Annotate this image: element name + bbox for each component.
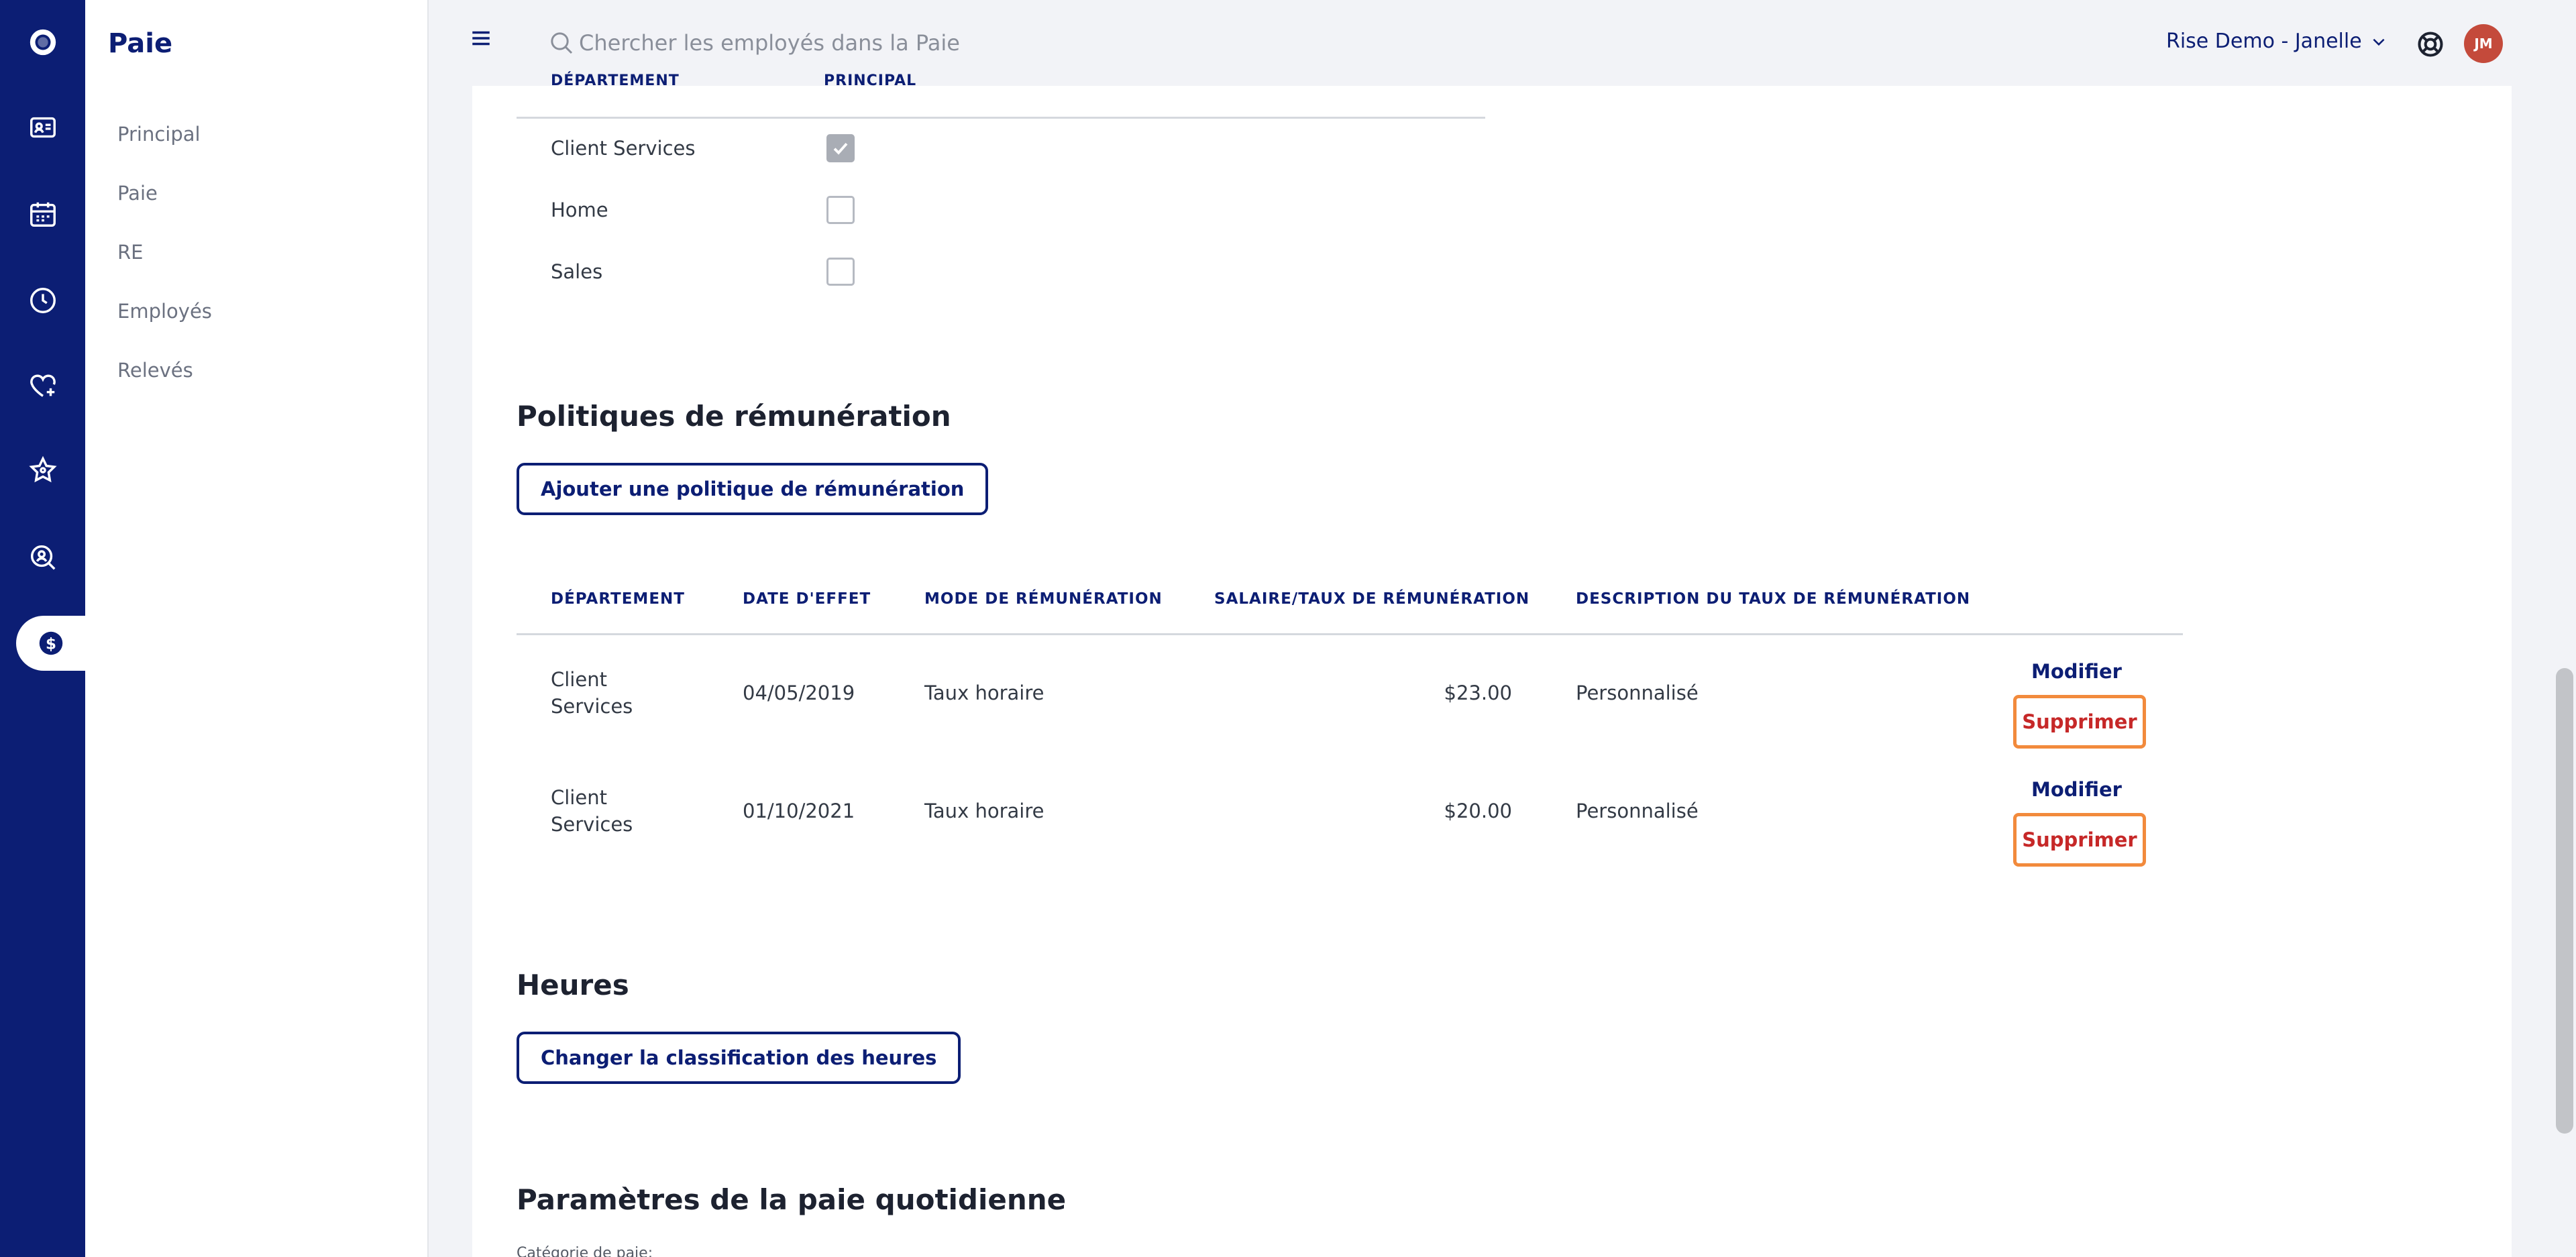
table-row-2-effective-date: 01/10/2021: [743, 800, 855, 822]
main-panel: DÉPARTEMENT PRINCIPAL Client Services Ho…: [472, 72, 2512, 1257]
sidebar-item-re[interactable]: RE: [117, 241, 143, 264]
table-row-2-department-line1: Client: [551, 786, 607, 809]
dept-name-sales: Sales: [551, 260, 603, 283]
col-header-pay-mode: MODE DE RÉMUNÉRATION: [924, 590, 1163, 608]
table-row-1-pay-mode: Taux horaire: [924, 681, 1044, 704]
avatar[interactable]: JM: [2464, 24, 2503, 63]
divider: [517, 633, 2183, 635]
search-person-icon[interactable]: [0, 527, 85, 588]
chevron-down-icon: [2373, 38, 2385, 46]
table-row-2-pay-mode: Taux horaire: [924, 800, 1044, 822]
primary-checkbox-sales[interactable]: [826, 258, 855, 286]
sidebar-title: Paie: [108, 28, 173, 59]
primary-checkbox-home[interactable]: [826, 196, 855, 224]
table-row-1-effective-date: 04/05/2019: [743, 681, 855, 704]
table-row-2-department-line2: Services: [551, 813, 633, 836]
sidebar: Paie Principal Paie RE Employés Relevés: [85, 0, 429, 1257]
icon-rail: $: [0, 0, 85, 1257]
delete-button-row-1[interactable]: Supprimer: [2013, 695, 2146, 749]
table-row-2-rate-description: Personnalisé: [1576, 800, 1699, 822]
sidebar-item-releves[interactable]: Relevés: [117, 359, 193, 382]
divider: [517, 117, 1485, 119]
dept-name-client-services: Client Services: [551, 137, 696, 160]
dept-header-primary: PRINCIPAL: [824, 72, 917, 89]
top-bar: Rise Demo - Janelle JM: [429, 0, 2576, 86]
help-lifebuoy-icon[interactable]: [2416, 30, 2445, 59]
checkmark-icon: [833, 142, 848, 155]
pay-category-label: Catégorie de paie:: [517, 1245, 653, 1257]
sidebar-item-paie[interactable]: Paie: [117, 182, 158, 205]
col-header-department: DÉPARTEMENT: [551, 590, 685, 608]
account-menu[interactable]: Rise Demo - Janelle: [2166, 30, 2387, 53]
menu-icon[interactable]: [469, 27, 493, 50]
table-row-1-rate: $23.00: [1444, 681, 1512, 704]
svg-text:$: $: [45, 636, 56, 653]
daily-pay-settings-title: Paramètres de la paie quotidienne: [517, 1183, 1067, 1216]
clock-icon[interactable]: [0, 270, 85, 331]
dollar-icon[interactable]: $: [16, 616, 85, 671]
delete-button-row-2[interactable]: Supprimer: [2013, 813, 2146, 867]
edit-link-row-1[interactable]: Modifier: [2031, 660, 2122, 683]
table-row-1-rate-description: Personnalisé: [1576, 681, 1699, 704]
col-header-effective-date: DATE D'EFFET: [743, 590, 871, 608]
search-input[interactable]: [579, 23, 1183, 63]
pay-policies-title: Politiques de rémunération: [517, 400, 951, 433]
primary-checkbox-client-services[interactable]: [826, 134, 855, 162]
scrollbar-thumb[interactable]: [2556, 668, 2573, 1134]
col-header-rate-description: DESCRIPTION DU TAUX DE RÉMUNÉRATION: [1576, 590, 1971, 608]
add-pay-policy-button[interactable]: Ajouter une politique de rémunération: [517, 463, 989, 515]
sidebar-item-principal[interactable]: Principal: [117, 123, 201, 146]
logo-icon[interactable]: [0, 12, 85, 72]
edit-link-row-2[interactable]: Modifier: [2031, 778, 2122, 801]
table-row-1-department-line2: Services: [551, 695, 633, 718]
table-row-2-rate: $20.00: [1444, 800, 1512, 822]
heart-plus-icon[interactable]: [0, 356, 85, 416]
id-card-icon[interactable]: [0, 97, 85, 158]
table-row-1-department-line1: Client: [551, 668, 607, 691]
search-icon: [551, 32, 573, 54]
dept-header-department: DÉPARTEMENT: [551, 72, 680, 89]
sidebar-item-employes[interactable]: Employés: [117, 300, 212, 323]
star-icon[interactable]: [0, 440, 85, 500]
change-hours-classification-button[interactable]: Changer la classification des heures: [517, 1032, 961, 1084]
dept-name-home: Home: [551, 199, 608, 221]
account-name: Rise Demo - Janelle: [2166, 30, 2362, 53]
col-header-rate: SALAIRE/TAUX DE RÉMUNÉRATION: [1214, 590, 1530, 608]
calendar-icon[interactable]: [0, 184, 85, 244]
hours-title: Heures: [517, 969, 629, 1001]
